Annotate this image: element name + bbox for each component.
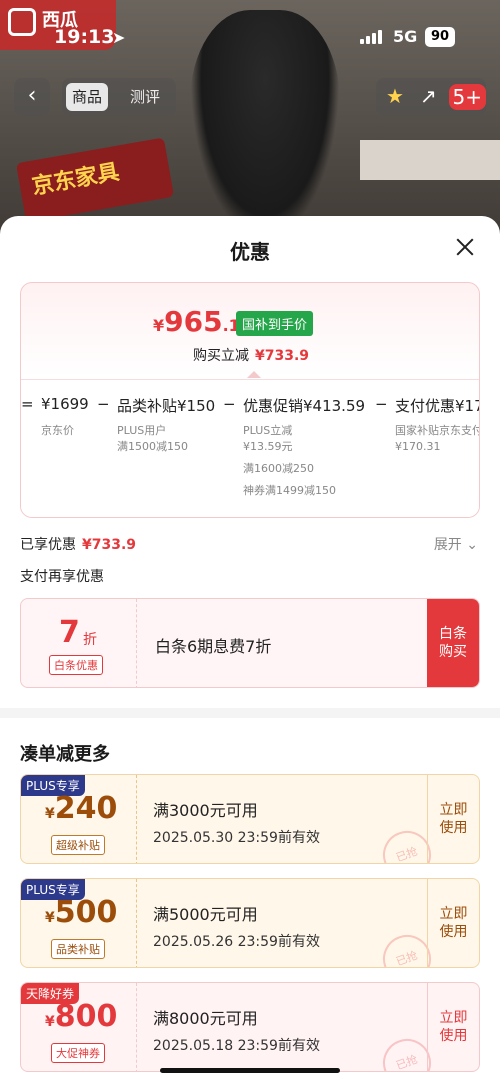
- baitiao-buy-button[interactable]: 白条 购买: [427, 599, 479, 687]
- share-icon[interactable]: ↗: [420, 84, 437, 108]
- coupon-card[interactable]: PLUS专享 ¥240 超级补贴 满3000元可用 2025.05.30 23:…: [20, 774, 480, 864]
- discount-sheet: 优惠 ¥965.1 国补到手价 购买立减 ¥733.9 = ¥1699 京东价 −…: [0, 216, 500, 1084]
- status-time: 19:13: [54, 26, 115, 48]
- coupon-condition: 满8000元可用: [153, 1009, 258, 1028]
- pay-more-label: 支付再享优惠: [20, 569, 104, 585]
- signal-icon: [360, 30, 384, 44]
- coupon-condition: 满5000元可用: [153, 905, 258, 924]
- breakdown-op: −: [375, 395, 388, 413]
- section-divider: [0, 708, 500, 718]
- coupon-card[interactable]: 天降好券 ¥800 大促神券 满8000元可用 2025.05.18 23:59…: [20, 982, 480, 1072]
- coupon-expiry: 2025.05.26 23:59前有效: [153, 934, 320, 950]
- baitiao-offer[interactable]: 7 折 白条优惠 白条6期息费7折 白条 购买: [20, 598, 480, 688]
- back-button[interactable]: ‹: [14, 78, 50, 116]
- breakdown-value: 支付优惠¥170.31: [395, 397, 479, 415]
- coupon-amount: PLUS专享 ¥500 品类补贴: [21, 879, 137, 967]
- use-coupon-button[interactable]: 立即 使用: [427, 775, 479, 863]
- coupon-expiry: 2025.05.30 23:59前有效: [153, 830, 320, 846]
- breakdown-label: 国家补贴京东支付: [395, 424, 480, 437]
- coupon-expiry: 2025.05.18 23:59前有效: [153, 1038, 320, 1054]
- battery-indicator: 90: [425, 27, 455, 47]
- enjoyed-discount: 已享优惠 ¥733.9: [20, 537, 137, 553]
- coupon-condition: 满3000元可用: [153, 801, 258, 820]
- baitiao-tag: 白条优惠: [49, 655, 103, 675]
- caret-icon: [247, 371, 261, 378]
- home-indicator: [160, 1068, 340, 1073]
- tab-review[interactable]: 测评: [124, 83, 166, 111]
- use-coupon-button[interactable]: 立即 使用: [427, 879, 479, 967]
- star-icon[interactable]: ★: [386, 84, 404, 108]
- message-badge: 5+: [448, 84, 486, 110]
- breakdown-op: −: [97, 395, 110, 413]
- nav-actions: ★ ↗ ⋯ 5+: [376, 78, 486, 116]
- baitiao-text: 白条6期息费7折: [155, 637, 272, 656]
- breakdown-value: ¥1699: [41, 395, 89, 413]
- buy-save: 购买立减 ¥733.9: [192, 348, 310, 364]
- coupon-type: 超级补贴: [51, 835, 105, 855]
- promo-sign: 京东家具: [15, 137, 175, 223]
- sheet-title: 优惠: [230, 240, 270, 264]
- desk-image: [360, 140, 500, 180]
- nav-tabs: 商品 测评: [62, 78, 176, 116]
- baitiao-discount: 7 折 白条优惠: [21, 599, 137, 687]
- breakdown-detail: 满1500减150: [117, 440, 188, 453]
- coupon-card[interactable]: PLUS专享 ¥500 品类补贴 满5000元可用 2025.05.26 23:…: [20, 878, 480, 968]
- breakdown-value: 优惠促销¥413.59: [243, 397, 366, 415]
- coupon-amount: PLUS专享 ¥240 超级补贴: [21, 775, 137, 863]
- status-bar: 19:13 ➤ 5G 90: [0, 24, 500, 54]
- breakdown-value: 品类补贴¥150: [117, 397, 216, 415]
- use-coupon-button[interactable]: 立即 使用: [427, 983, 479, 1071]
- final-price: ¥965.1: [153, 305, 240, 338]
- breakdown-op: −: [223, 395, 236, 413]
- expand-button[interactable]: 展开 ⌄: [434, 534, 478, 554]
- chevron-down-icon: ⌄: [466, 537, 478, 553]
- breakdown-detail: ¥13.59元: [243, 440, 293, 453]
- coupon-type: 大促神券: [51, 1043, 105, 1063]
- network-type: 5G: [393, 27, 418, 46]
- close-icon[interactable]: [454, 236, 476, 258]
- location-arrow-icon: ➤: [112, 28, 126, 47]
- breakdown-label: 京东价: [41, 424, 74, 437]
- breakdown-detail: 神券满1499减150: [243, 484, 336, 497]
- tab-product[interactable]: 商品: [66, 83, 109, 111]
- more-section-title: 凑单减更多: [20, 744, 110, 765]
- coupon-amount: 天降好券 ¥800 大促神券: [21, 983, 137, 1071]
- breakdown-label: PLUS立减: [243, 424, 293, 437]
- coupon-type: 品类补贴: [51, 939, 105, 959]
- price-card: ¥965.1 国补到手价 购买立减 ¥733.9 = ¥1699 京东价 − 品类…: [20, 282, 480, 518]
- breakdown-detail: ¥170.31: [395, 440, 441, 453]
- top-nav: ‹ 商品 测评 ★ ↗ ⋯ 5+: [0, 78, 500, 116]
- breakdown-label: PLUS用户: [117, 424, 167, 437]
- breakdown-op: =: [21, 395, 34, 413]
- breakdown-detail: 满1600减250: [243, 462, 314, 475]
- price-tag: 国补到手价: [236, 311, 314, 336]
